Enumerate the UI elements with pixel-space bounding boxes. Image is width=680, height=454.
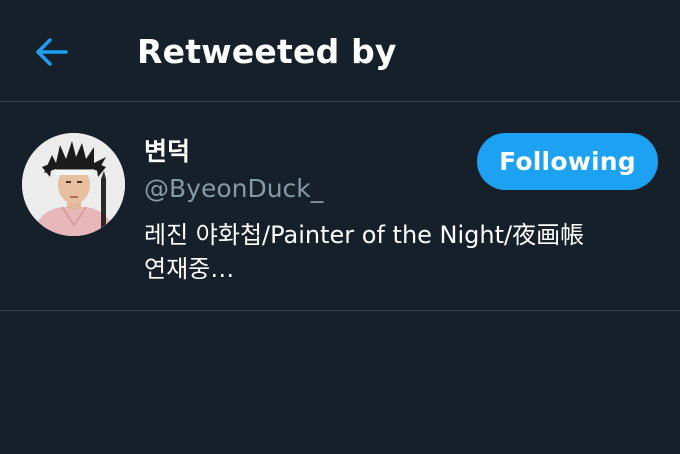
bio-line: 레진 야화첩/Painter of the Night/夜画帳 — [144, 221, 585, 249]
user-list-item[interactable]: 변덕 @ByeonDuck_ 레진 야화첩/Painter of the Nig… — [0, 102, 680, 311]
arrow-left-icon — [36, 38, 68, 66]
following-button[interactable]: Following — [477, 133, 658, 190]
user-bio: 레진 야화첩/Painter of the Night/夜画帳 연재중… — [144, 218, 649, 286]
avatar[interactable] — [22, 133, 125, 236]
retweeted-by-screen: Retweeted by 변덕 @ByeonDuck_ 레진 야화첩/Paint… — [0, 0, 680, 454]
bio-line: 연재중… — [144, 255, 235, 283]
header-bar: Retweeted by — [0, 0, 680, 102]
display-name[interactable]: 변덕 — [144, 135, 190, 169]
page-title: Retweeted by — [137, 32, 397, 71]
back-button[interactable] — [26, 26, 78, 78]
avatar-image — [22, 133, 125, 236]
user-handle[interactable]: @ByeonDuck_ — [144, 172, 323, 206]
